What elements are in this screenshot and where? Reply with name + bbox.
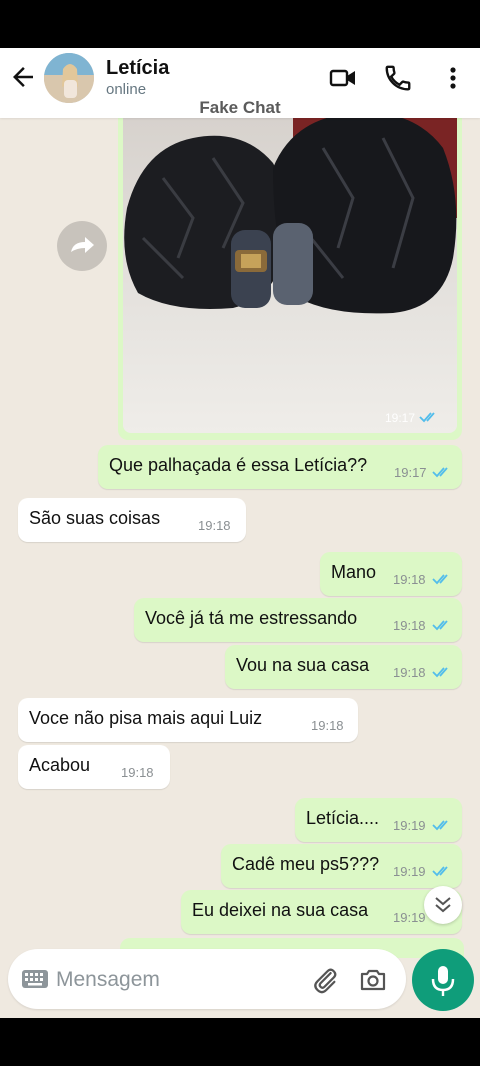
double-check-icon [432, 574, 448, 585]
message-input[interactable]: Mensagem [56, 968, 160, 992]
message-text: Acabou [29, 755, 91, 775]
message-time: 19:19 [393, 818, 426, 833]
message-time: 19:18 [393, 572, 426, 587]
double-check-icon [432, 667, 448, 678]
message-outgoing[interactable]: Você já tá me estressando 19:18 [134, 598, 462, 642]
double-check-icon [432, 620, 448, 631]
message-photo[interactable]: 19:17 [123, 108, 457, 433]
message-text: Voce não pisa mais aqui Luiz [29, 708, 263, 728]
forward-button[interactable] [57, 221, 107, 271]
message-time: 19:18 [393, 618, 426, 633]
message-incoming[interactable]: São suas coisas 19:18 [18, 498, 246, 542]
double-check-icon [432, 866, 448, 877]
message-time: 19:18 [121, 765, 154, 780]
double-check-icon [419, 412, 435, 423]
message-time: 19:18 [198, 518, 231, 533]
message-time: 19:17 [394, 465, 427, 480]
double-check-icon [432, 820, 448, 831]
message-outgoing[interactable]: Mano 19:18 [320, 552, 462, 596]
message-text: Vou na sua casa [236, 655, 370, 675]
avatar[interactable] [44, 53, 94, 103]
message-text: Você já tá me estressando [145, 608, 358, 628]
phone-icon[interactable] [383, 63, 413, 93]
message-incoming[interactable]: Acabou 19:18 [18, 745, 170, 789]
message-incoming[interactable]: Voce não pisa mais aqui Luiz 19:18 [18, 698, 358, 742]
camera-icon[interactable] [358, 965, 388, 995]
message-time: 19:18 [311, 718, 344, 733]
message-text: Eu deixei na sua casa [192, 900, 369, 920]
contact-name[interactable]: Letícia [106, 57, 169, 80]
chat-screen: Letícia online Fake Chat 19:17 Que palha… [0, 48, 480, 1018]
watermark-label: Fake Chat [199, 98, 281, 117]
double-chevron-down-icon [435, 897, 451, 913]
message-outgoing[interactable]: Letícia.... 19:19 [295, 798, 462, 842]
message-outgoing[interactable]: Cadê meu ps5??? 19:19 [221, 844, 462, 888]
message-text: Cadê meu ps5??? [232, 854, 380, 874]
forward-icon [71, 237, 94, 253]
message-composer[interactable]: Mensagem [8, 949, 406, 1009]
message-outgoing[interactable]: Eu deixei na sua casa 19:19 [181, 890, 462, 934]
video-camera-icon[interactable] [328, 63, 358, 93]
keyboard-icon[interactable] [21, 967, 49, 991]
contact-status: online [106, 81, 147, 98]
double-check-icon [432, 467, 448, 478]
message-time: 19:18 [393, 665, 426, 680]
image-message-time: 19:17 [384, 411, 415, 425]
message-outgoing[interactable]: Vou na sua casa 19:18 [225, 645, 462, 689]
arrow-left-icon[interactable] [8, 62, 38, 92]
message-text: Que palhaçada é essa Letícia?? [109, 455, 368, 475]
message-list[interactable]: 19:17 Que palhaçada é essa Letícia?? 19:… [0, 108, 480, 958]
message-text: Mano [331, 562, 377, 582]
image-message[interactable]: 19:17 [118, 108, 462, 440]
scroll-down-button[interactable] [424, 886, 462, 924]
voice-record-button[interactable] [412, 949, 474, 1011]
more-vert-icon[interactable] [438, 63, 468, 93]
message-text: São suas coisas [29, 508, 161, 528]
message-text: Letícia.... [306, 808, 380, 828]
message-time: 19:19 [393, 910, 426, 925]
message-time: 19:19 [393, 864, 426, 879]
message-outgoing[interactable]: Que palhaçada é essa Letícia?? 19:17 [98, 445, 462, 489]
paperclip-icon[interactable] [310, 965, 340, 995]
microphone-icon [431, 966, 455, 996]
